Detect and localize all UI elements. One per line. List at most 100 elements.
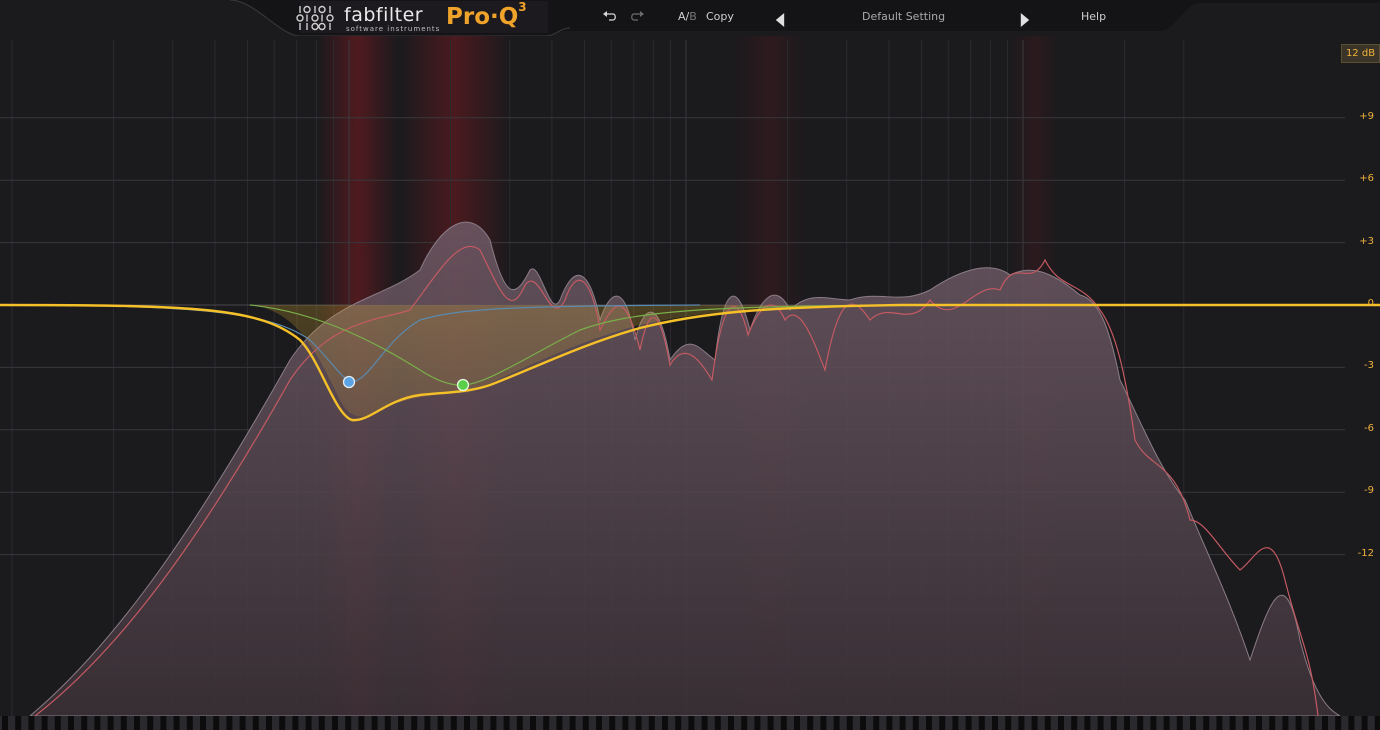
piano-key [28,716,35,730]
piano-key [1322,716,1328,730]
piano-key [1229,716,1236,730]
copy-button[interactable]: Copy [706,10,734,23]
piano-key [332,716,338,730]
previous-preset-icon[interactable] [772,13,788,27]
db-tick-label: +3 [1359,235,1374,247]
piano-key [860,716,866,730]
db-tick-label: -9 [1364,485,1374,497]
spectrum-pre [28,221,1342,717]
ab-compare-button[interactable]: A/B [678,10,697,23]
piano-key [1335,716,1342,730]
piano-key [675,716,682,730]
piano-key [252,716,259,730]
piano-key [1124,716,1130,730]
piano-key [160,716,167,730]
product-version: 3 [518,0,527,15]
piano-key [1203,716,1210,730]
piano-key [886,716,893,730]
piano-key [371,716,378,730]
piano-key [1150,716,1157,730]
piano-key [622,716,629,730]
brand-subtitle: software instruments [346,25,441,33]
piano-key [1044,716,1051,730]
piano-key [1018,716,1025,730]
piano-key [15,716,22,730]
piano-key [358,716,365,730]
piano-key [609,716,616,730]
piano-key [926,716,932,730]
piano-key [939,716,946,730]
piano-key [1242,716,1249,730]
piano-key [1005,716,1012,730]
piano-key [1216,716,1223,730]
piano-key [701,716,708,730]
piano-key [411,716,418,730]
piano-key [120,716,127,730]
piano-key [318,716,325,730]
piano-key [978,716,985,730]
piano-key [424,716,431,730]
fabfilter-logo-icon [296,5,334,31]
piano-key [239,716,246,730]
piano-key [200,716,206,730]
piano-key [266,716,272,730]
piano-key [1308,716,1315,730]
next-preset-icon[interactable] [1017,13,1033,27]
piano-key [186,716,193,730]
piano-key [305,716,312,730]
piano-key [94,716,101,730]
logo: fabfilter software instruments Pro·Q3 [294,0,550,34]
db-tick-label: +6 [1359,173,1374,185]
piano-key [1256,716,1262,730]
piano-key [1031,716,1038,730]
piano-key [1084,716,1091,730]
piano-key [780,716,787,730]
piano-key [569,716,576,730]
help-button[interactable]: Help [1081,10,1106,23]
piano-key [728,716,734,730]
band-1-node[interactable] [342,375,356,389]
piano-key [490,716,497,730]
undo-icon[interactable] [602,10,618,24]
piano-key [912,716,919,730]
piano-key [107,716,114,730]
piano-key [1176,716,1183,730]
piano-key [767,716,774,730]
piano-key [279,716,286,730]
eq-display[interactable] [0,0,1380,730]
piano-key [1282,716,1289,730]
piano-key [345,716,352,730]
range-selector[interactable]: 12 dB [1341,44,1380,63]
piano-key [1361,716,1368,730]
piano-key [1269,716,1276,730]
piano-key [1071,716,1078,730]
piano-key [556,716,563,730]
piano-key [1097,716,1104,730]
piano-key [1058,716,1064,730]
product-label: Pro·Q [446,4,519,30]
piano-key [134,716,140,730]
preset-name[interactable]: Default Setting [862,10,945,23]
band-2-node[interactable] [456,378,470,392]
piano-key [1348,716,1355,730]
ab-b-label: B [689,10,697,23]
piano-key [41,716,48,730]
product-name: Pro·Q3 [446,0,527,30]
piano-key [477,716,484,730]
piano-key [952,716,959,730]
piano-key [516,716,523,730]
piano-key [635,716,642,730]
brand-name: fabfilter [344,4,424,26]
piano-key [81,716,88,730]
piano-key [503,716,510,730]
piano-key [662,716,668,730]
piano-key [2,716,8,730]
piano-key [741,716,748,730]
piano-key [437,716,444,730]
piano-key [292,716,299,730]
piano-key [648,716,655,730]
db-tick-label: -3 [1364,360,1374,372]
piano-key [992,716,998,730]
redo-icon[interactable] [629,10,645,24]
piano-key [1137,716,1144,730]
